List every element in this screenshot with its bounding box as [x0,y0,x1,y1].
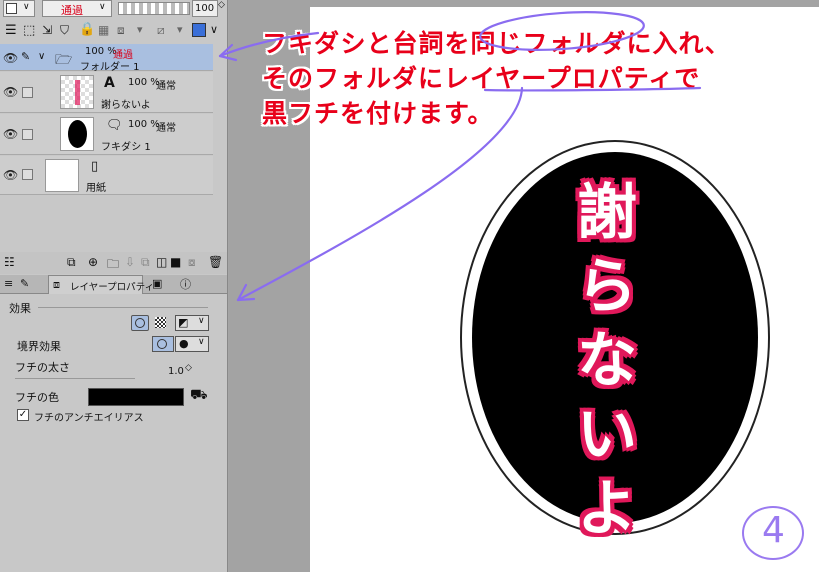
arrow-to-folder [218,31,320,58]
arrow-to-property [236,86,524,302]
underline-mark [483,86,702,92]
annotation-arrows [218,11,702,302]
folder-circle-mark [479,11,645,51]
